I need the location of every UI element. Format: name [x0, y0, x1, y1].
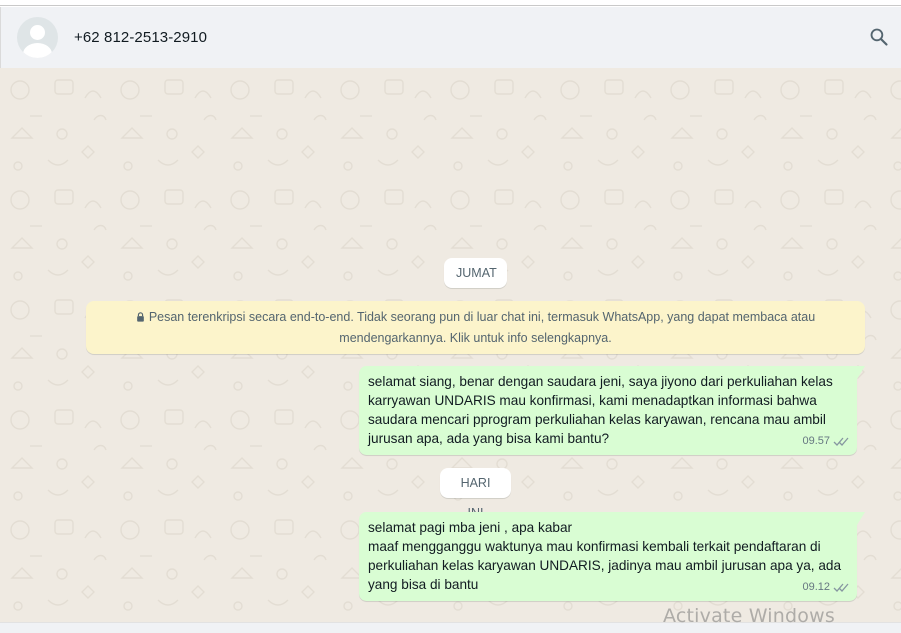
contact-name[interactable]: +62 812-2513-2910 — [74, 29, 207, 46]
message-bubble[interactable]: selamat siang, benar dengan saudara jeni… — [359, 366, 865, 455]
message-text: selamat siang, benar dengan saudara jeni… — [368, 374, 833, 389]
encryption-notice-line: Pesan terenkripsi secara end-to-end. Tid… — [126, 307, 825, 328]
message-time: 09.57 — [802, 435, 830, 447]
message-text: yang bisa di bantu — [368, 577, 479, 592]
message-text: maaf mengganggu waktunya mau konfirmasi … — [368, 539, 821, 554]
date-chip: HARI INI — [440, 468, 511, 520]
encryption-notice[interactable]: Pesan terenkripsi secara end-to-end. Tid… — [86, 301, 865, 354]
message-text: saudara mencari pprogram perkuliahan kel… — [368, 412, 826, 427]
double-check-icon — [833, 437, 849, 446]
message-text: karryawan UNDARIS mau konfirmasi, kami m… — [368, 393, 817, 408]
encryption-notice-text: Pesan terenkripsi secara end-to-end. Tid… — [148, 310, 816, 324]
bubble-tail — [857, 366, 865, 379]
chat-header[interactable]: +62 812-2513-2910 — [0, 7, 901, 68]
whatsapp-chat-window: +62 812-2513-2910 JUMAT Pesan terenkrips… — [0, 0, 901, 633]
message-meta: 09.57 — [802, 432, 849, 451]
default-avatar-icon[interactable] — [17, 17, 58, 58]
message-time: 09.12 — [802, 581, 830, 593]
lock-icon — [136, 312, 144, 322]
double-check-icon — [833, 583, 849, 592]
message-text: selamat pagi mba jeni , apa kabar — [368, 520, 573, 535]
message-text: jurusan apa, ada yang bisa kami bantu? — [368, 431, 610, 446]
bubble-tail — [857, 512, 865, 525]
chat-pane[interactable]: JUMAT Pesan terenkripsi secara end-to-en… — [0, 68, 901, 622]
message-meta: 09.12 — [802, 578, 849, 597]
message-bubble[interactable]: selamat pagi mba jeni , apa kabar maaf m… — [359, 512, 865, 601]
window-top-border — [0, 0, 901, 6]
message-text: perkuliahan kelas karyawan UNDARIS, jadi… — [368, 558, 842, 573]
activate-windows-watermark: Activate Windows — [663, 605, 835, 627]
date-chip: JUMAT — [444, 258, 507, 288]
search-icon[interactable] — [869, 27, 889, 47]
encryption-notice-line2: mendengarkannya. Klik untuk info selengk… — [339, 331, 612, 345]
